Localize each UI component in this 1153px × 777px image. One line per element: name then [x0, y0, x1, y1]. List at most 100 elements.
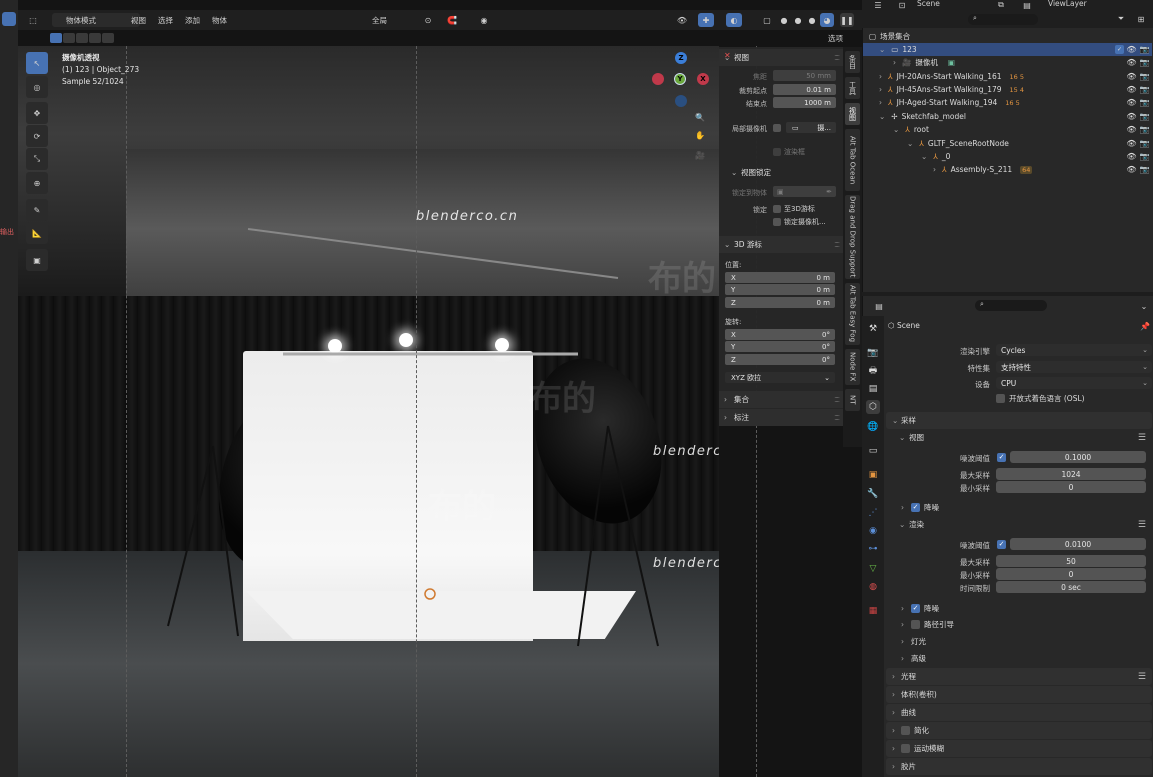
cursor-rotation-x[interactable]: X 0°	[725, 329, 835, 340]
list-icon[interactable]: ☰	[1138, 520, 1146, 530]
outliner-row[interactable]: ⌄ ⅄ _0 👁 📷	[863, 150, 1152, 163]
cursor-rotation-z[interactable]: Z 0°	[725, 354, 835, 365]
clip-end-field[interactable]: 1000 m	[773, 97, 836, 108]
move-tool[interactable]: ✥	[26, 102, 48, 124]
checkbox-icon[interactable]: ✓	[1115, 45, 1124, 54]
menu-object[interactable]: 物体	[212, 15, 227, 26]
render-noise-threshold-checkbox[interactable]: ✓	[997, 539, 1010, 549]
checkbox-icon[interactable]	[911, 620, 920, 629]
outliner-root[interactable]: ▢ 场景集合	[863, 30, 1152, 43]
camera-render-icon[interactable]: 📷	[1140, 98, 1150, 107]
view-lock-header[interactable]: ⌄ 视图锁定	[719, 164, 843, 181]
visibility-icon[interactable]: 👁	[672, 13, 692, 27]
camera-render-icon[interactable]: 📷	[1140, 112, 1150, 121]
menu-view[interactable]: 视图	[131, 15, 146, 26]
eye-icon[interactable]: 👁	[1126, 58, 1136, 67]
camera-view-icon[interactable]: 🎥	[693, 148, 707, 162]
clip-start-field[interactable]: 0.01 m	[773, 84, 836, 95]
measure-tool[interactable]: 📐	[26, 222, 48, 244]
tab-node-fx[interactable]: Node FX	[845, 349, 860, 385]
osl-checkbox[interactable]: 开放式着色语言 (OSL)	[996, 393, 1085, 404]
object-icon[interactable]: ▣	[866, 468, 880, 482]
tab-alt-tab-ocean[interactable]: Alt Tab Ocean	[845, 129, 860, 191]
light-paths-panel-header[interactable]: › 光程 ☰	[886, 668, 1152, 685]
camera-render-icon[interactable]: 📷	[1140, 58, 1150, 67]
render-min-samples-field[interactable]: 0	[996, 568, 1146, 580]
viewport-denoise-header[interactable]: › ✓ 降噪	[893, 499, 1152, 516]
zoom-icon[interactable]: 🔍	[693, 110, 707, 124]
outliner-row[interactable]: ⌄ ▭ 123 ✓ 👁 📷	[863, 43, 1152, 56]
overlay-toggle-icon[interactable]: ◐	[726, 13, 742, 27]
particles-icon[interactable]: ⋰	[866, 506, 880, 520]
eye-icon[interactable]: 👁	[1126, 112, 1136, 121]
focal-field[interactable]: 50 mm	[773, 70, 836, 81]
display-mode-icon[interactable]: ⊡	[892, 0, 912, 10]
film-panel-header[interactable]: › 胶片	[886, 758, 1152, 775]
tab-nt[interactable]: NT	[845, 389, 860, 411]
render-engine-dropdown[interactable]: Cycles ⌄	[996, 344, 1152, 356]
viewport-noise-threshold-checkbox[interactable]: ✓	[997, 452, 1010, 462]
physics-icon[interactable]: ◉	[866, 524, 880, 538]
tab-tool[interactable]: 工具	[845, 77, 860, 99]
chevron-down-icon[interactable]: ⌄	[1139, 300, 1149, 312]
scene-selector[interactable]: Scene	[917, 0, 987, 9]
tab-drag-drop-support[interactable]: Drag and Drop Support	[845, 195, 860, 279]
annotation-panel-header[interactable]: › 标注 ⁚⁚⁚⁚	[719, 409, 843, 426]
outliner-search-input[interactable]: ⌕	[968, 14, 1038, 25]
select-new-icon[interactable]	[50, 33, 62, 43]
eye-icon[interactable]: 👁	[1126, 98, 1136, 107]
tool-icon[interactable]: ⚒	[866, 322, 880, 336]
properties-editor-icon[interactable]: ▤	[869, 300, 889, 312]
camera-render-icon[interactable]: 📷	[1140, 85, 1150, 94]
eye-icon[interactable]: 👁	[1126, 45, 1136, 54]
list-icon[interactable]: ☰	[1138, 433, 1146, 443]
menu-select[interactable]: 选择	[158, 15, 173, 26]
selection-mode-buttons[interactable]	[50, 33, 114, 43]
properties-search-input[interactable]: ⌕	[975, 300, 1047, 311]
outliner-row[interactable]: › 🎥 摄像机 ▣ 👁 📷	[863, 56, 1152, 69]
render-icon[interactable]: 📷	[866, 346, 880, 360]
eyedropper-icon[interactable]: ✒	[826, 188, 832, 196]
camera-render-icon[interactable]: 📷	[1140, 165, 1150, 174]
select-mode-icon[interactable]: ⬚	[24, 13, 42, 27]
pan-hand-icon[interactable]: ✋	[693, 128, 707, 142]
local-camera-field[interactable]: ▭ 摄...	[786, 122, 836, 133]
outliner-row[interactable]: › ⅄ Assembly-S_211 64 👁 📷	[863, 163, 1152, 176]
drag-handle-icon[interactable]: ⁚⁚⁚⁚	[834, 241, 840, 249]
options-button[interactable]: 选项	[828, 33, 843, 44]
annotate-tool[interactable]: ✎	[26, 199, 48, 221]
cursor-panel-header[interactable]: ⌄ 3D 游标 ⁚⁚⁚⁚	[719, 236, 843, 253]
outliner-row[interactable]: › ⅄ JH-Aged-Start Walking_194 16 5 👁 📷	[863, 96, 1152, 109]
pin-icon[interactable]: 📌	[1140, 321, 1150, 331]
cursor-location-z[interactable]: Z 0 m	[725, 297, 835, 308]
camera-render-icon[interactable]: 📷	[1140, 45, 1150, 54]
proportional-edit-icon[interactable]: ◉	[474, 13, 494, 27]
select-subtract-icon[interactable]	[76, 33, 88, 43]
mode-dropdown[interactable]: 物体模式 ⌄	[52, 13, 140, 27]
editor-type-icon[interactable]	[2, 12, 16, 26]
modifier-wrench-icon[interactable]: 🔧	[866, 487, 880, 501]
eye-icon[interactable]: 👁	[1126, 85, 1136, 94]
local-camera-checkbox[interactable]	[773, 124, 781, 132]
checkbox-icon[interactable]	[901, 744, 910, 753]
render-max-samples-field[interactable]: 50	[996, 555, 1146, 567]
eye-icon[interactable]: 👁	[1126, 72, 1136, 81]
3d-viewport[interactable]: blenderco.cn blenderco.cn blenderco.cn 布…	[0, 0, 862, 777]
gizmo-toggle-icon[interactable]: ✚	[698, 13, 714, 27]
cursor-location-x[interactable]: X 0 m	[725, 272, 835, 283]
gizmo-y-axis[interactable]: Y	[674, 73, 686, 85]
motion-blur-panel-header[interactable]: › 运动模糊	[886, 740, 1152, 757]
transform-tool[interactable]: ⊕	[26, 172, 48, 194]
select-intersect-icon[interactable]	[102, 33, 114, 43]
xray-icon[interactable]: ▢	[760, 13, 774, 27]
close-icon[interactable]: ✕	[724, 51, 732, 60]
rotate-tool[interactable]: ⟳	[26, 125, 48, 147]
drag-handle-icon[interactable]: ⁚⁚⁚⁚	[834, 54, 840, 62]
tab-item[interactable]: 条目	[845, 51, 860, 73]
render-noise-threshold-field[interactable]: 0.0100	[1010, 538, 1146, 550]
gizmo-z-axis-neg[interactable]	[675, 95, 687, 107]
outliner-row[interactable]: ⌄ ✢ Sketchfab_model 👁 📷	[863, 110, 1152, 123]
constraints-icon[interactable]: ⊶	[866, 542, 880, 556]
sampling-panel-header[interactable]: ⌄ 采样	[886, 412, 1152, 429]
select-invert-icon[interactable]	[89, 33, 101, 43]
